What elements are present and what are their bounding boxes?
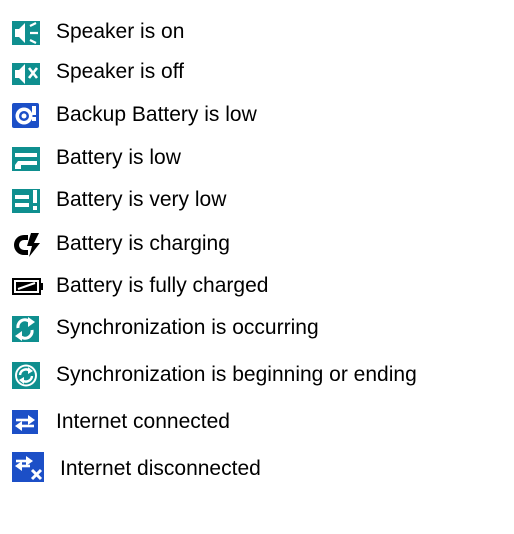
legend-label: Backup Battery is low [56,103,257,126]
sync-begin-end-icon [10,361,42,391]
battery-very-low-icon [10,186,42,216]
legend-label: Speaker is on [56,20,185,43]
legend-label: Battery is fully charged [56,274,269,297]
legend-label: Battery is low [56,146,181,169]
speaker-off-icon [10,58,42,88]
legend-label: Battery is very low [56,188,227,211]
legend-label: Synchronization is beginning or ending [56,363,417,386]
legend-label: Synchronization is occurring [56,316,319,339]
speaker-on-icon [10,18,42,48]
sync-occurring-icon [10,314,42,344]
internet-disconnected-icon [10,450,46,484]
battery-low-icon [10,144,42,174]
legend-label: Internet disconnected [60,457,261,480]
internet-connected-icon [10,408,42,438]
backup-battery-low-icon [10,101,42,131]
legend-label: Internet connected [56,410,230,433]
battery-charging-icon [10,230,42,260]
legend-label: Battery is charging [56,232,230,255]
legend-label: Speaker is off [56,60,185,83]
battery-full-icon [10,272,44,302]
